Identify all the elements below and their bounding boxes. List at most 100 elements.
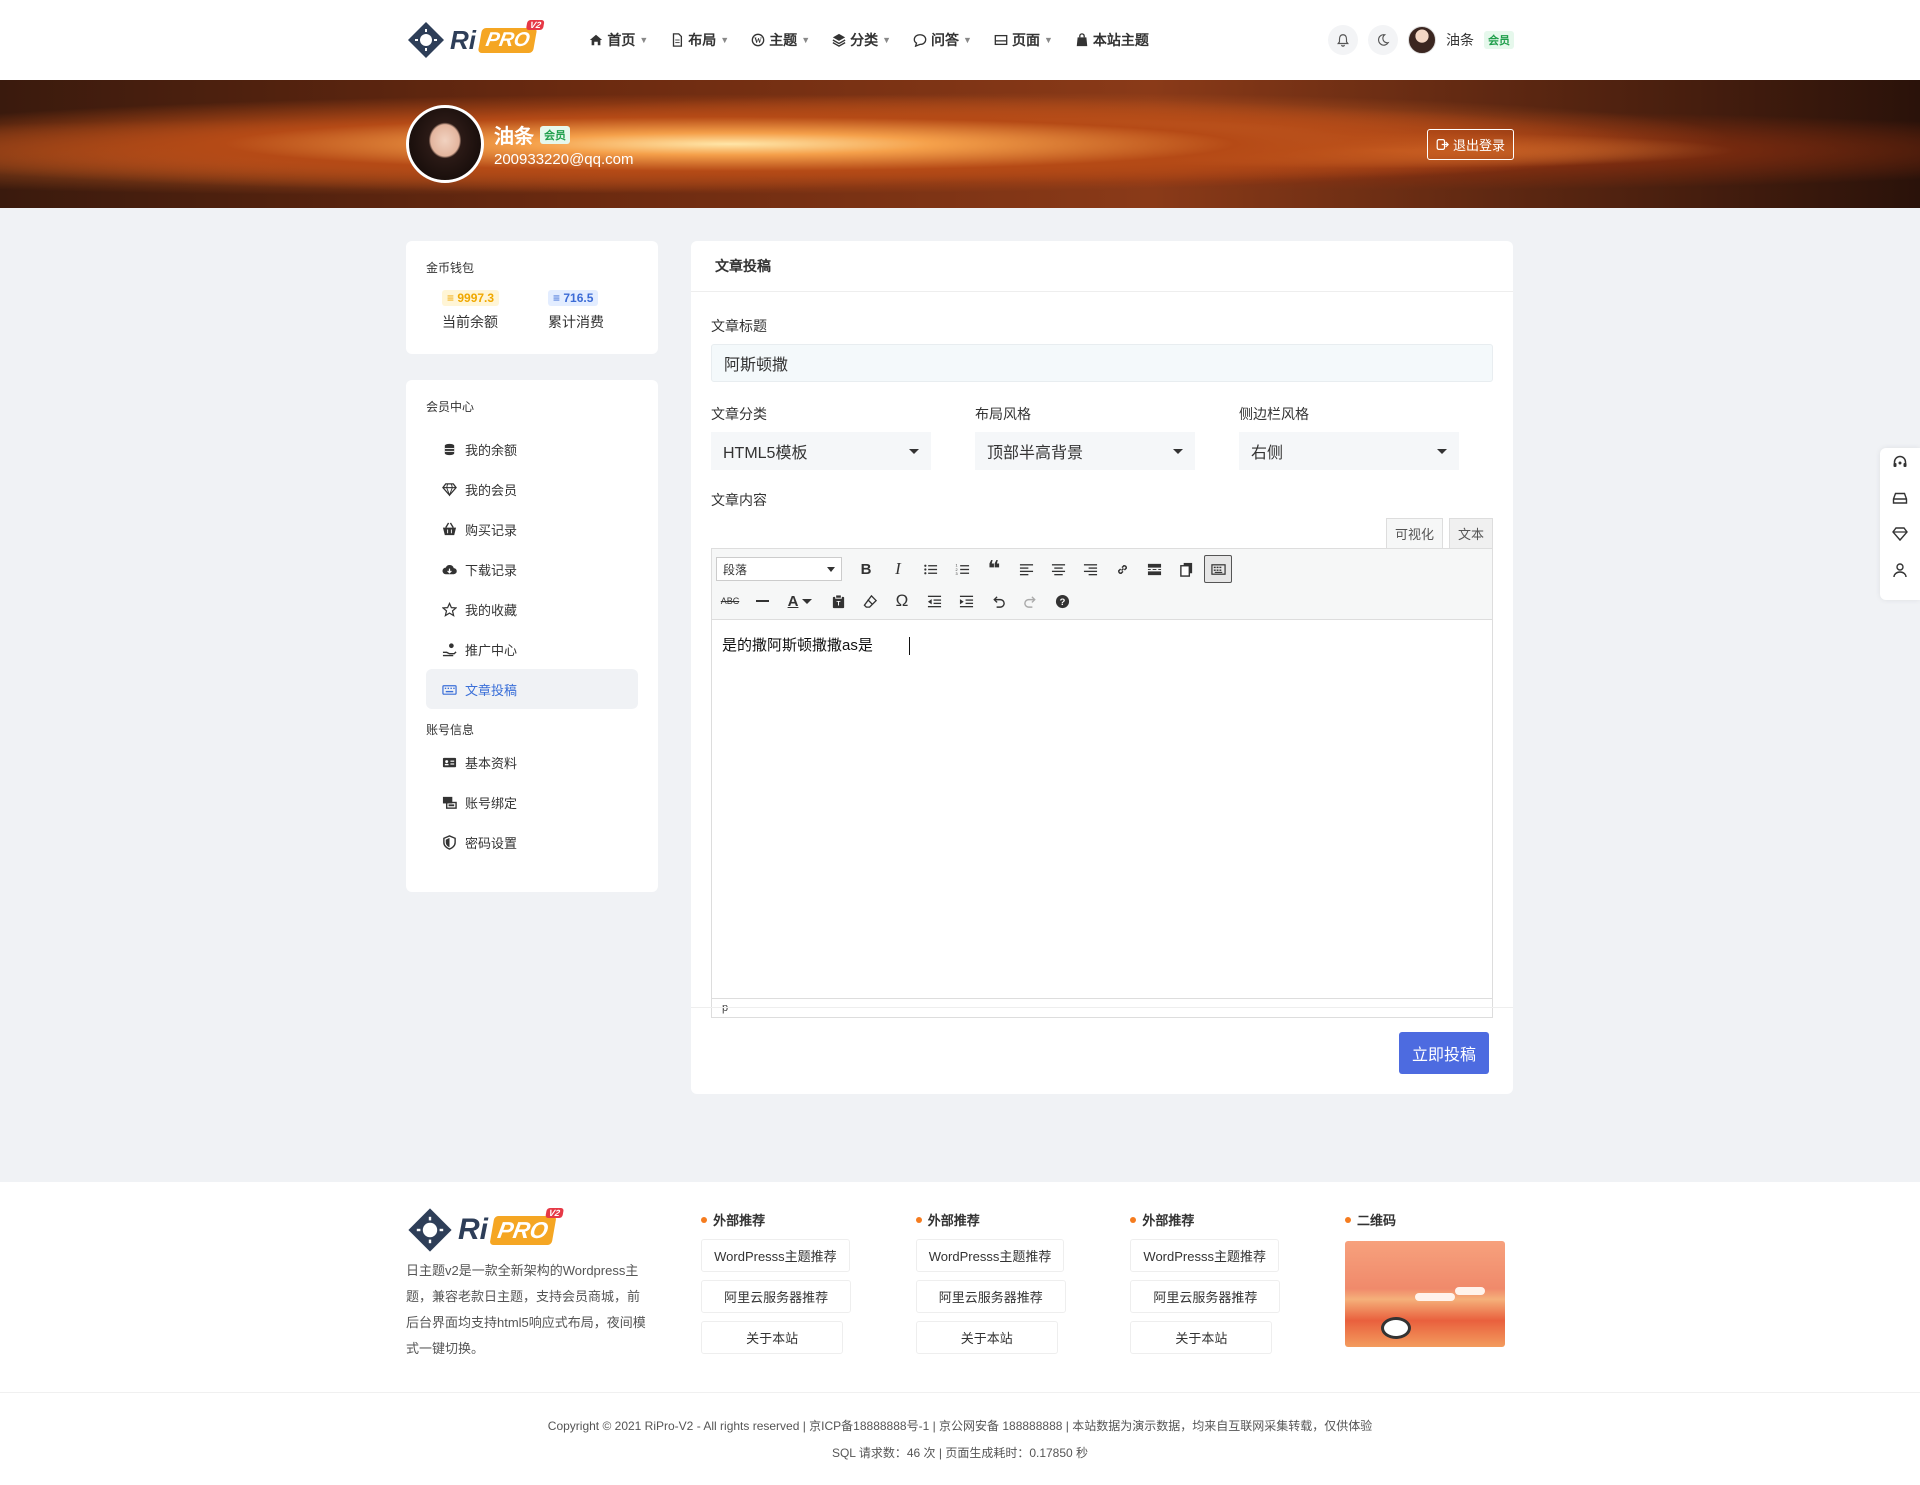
editor-content-area[interactable]: 是的撒阿斯顿撒撒as是	[712, 620, 1492, 998]
diamond-icon[interactable]	[1892, 526, 1908, 542]
blockquote-button[interactable]: ❝	[980, 555, 1008, 583]
menu-item-submit-post[interactable]: 文章投稿	[426, 669, 638, 709]
footer-link[interactable]: 关于本站	[701, 1321, 844, 1354]
footer-link[interactable]: 阿里云服务器推荐	[701, 1280, 852, 1313]
format-select[interactable]: 段落	[716, 557, 842, 581]
footer-logo[interactable]: Ri PRO V2	[406, 1207, 592, 1252]
strikethrough-button[interactable]: ABC	[716, 587, 744, 615]
menu-item-label: 购买记录	[465, 522, 518, 538]
align-right-button[interactable]	[1076, 555, 1104, 583]
menu-item-binding[interactable]: 账号绑定	[426, 782, 638, 822]
sidebar-style-select[interactable]: 右侧	[1239, 432, 1459, 470]
logo-text: Ri	[450, 24, 476, 55]
numbered-list-button[interactable]: 123	[948, 555, 976, 583]
tab-visual[interactable]: 可视化	[1385, 518, 1443, 548]
horizontal-line-button[interactable]	[748, 587, 776, 615]
footer-bottom: Copyright © 2021 RiPro-V2 - All rights r…	[0, 1392, 1920, 1461]
bold-button[interactable]: B	[852, 555, 880, 583]
site-logo[interactable]: Ri PRO V2	[406, 19, 545, 60]
menu-item-balance[interactable]: 我的余额	[426, 429, 638, 469]
indent-button[interactable]	[952, 587, 980, 615]
footer-link[interactable]: 阿里云服务器推荐	[915, 1280, 1066, 1313]
user-avatar[interactable]	[1408, 26, 1436, 54]
cloud-shape	[1415, 1293, 1456, 1301]
nav-label: 问答	[931, 32, 960, 48]
footer-qr-column: 二维码	[1345, 1210, 1514, 1392]
headset-icon[interactable]	[1892, 454, 1908, 470]
spent-label: 累计消费	[548, 314, 604, 330]
nav-label: 主题	[769, 32, 798, 48]
insert-link-button[interactable]	[1108, 555, 1136, 583]
copy-button[interactable]	[1172, 555, 1200, 583]
footer-link[interactable]: 关于本站	[915, 1321, 1058, 1354]
paste-text-button[interactable]: T	[824, 587, 852, 615]
balance-label: 当前余额	[442, 314, 498, 330]
outdent-button[interactable]	[920, 587, 948, 615]
menu-item-label: 密码设置	[465, 835, 518, 851]
dark-mode-button[interactable]	[1368, 25, 1398, 55]
submit-post-button[interactable]: 立即投稿	[1398, 1032, 1489, 1074]
nav-item-pages[interactable]: 页面 ▼	[994, 30, 1053, 50]
caret-down-icon	[827, 566, 835, 572]
post-form-header: 文章投稿	[691, 241, 1513, 292]
nav-item-qa[interactable]: 问答 ▼	[913, 30, 972, 50]
undo-button[interactable]	[984, 587, 1012, 615]
menu-item-purchases[interactable]: 购买记录	[426, 509, 638, 549]
menu-item-membership[interactable]: 我的会员	[426, 469, 638, 509]
sidebar-style-value: 右侧	[1251, 445, 1284, 462]
menu-item-promotion[interactable]: 推广中心	[426, 629, 638, 669]
user-icon[interactable]	[1892, 562, 1908, 578]
toolbar-toggle-button[interactable]	[1204, 555, 1232, 583]
logo-pro-text: PRO	[484, 28, 532, 51]
editor-toolbar: 段落 B I 123 ❝ ABC A T Ω ?	[712, 549, 1492, 620]
read-more-button[interactable]	[1140, 555, 1168, 583]
menu-item-favorites[interactable]: 我的收藏	[426, 589, 638, 629]
footer-link[interactable]: WordPresss主题推荐	[915, 1239, 1065, 1272]
wordpress-icon: W	[751, 33, 765, 47]
redo-icon	[1023, 595, 1036, 608]
nav-item-category[interactable]: 分类 ▼	[832, 30, 891, 50]
cloud-shape	[1455, 1287, 1486, 1295]
footer-link[interactable]: 阿里云服务器推荐	[1130, 1280, 1281, 1313]
footer-link[interactable]: WordPresss主题推荐	[1130, 1239, 1279, 1272]
special-character-button[interactable]: Ω	[888, 587, 916, 615]
spent-chip: ≡ 716.5	[548, 290, 599, 306]
top-navbar: Ri PRO V2 首页 ▼ 布局 ▼ W 主题 ▼ 分类 ▼ 问答 ▼ 页面 …	[0, 0, 1920, 80]
qr-code-image	[1345, 1241, 1506, 1347]
menu-item-downloads[interactable]: 下载记录	[426, 549, 638, 589]
nav-item-site-theme[interactable]: 本站主题	[1075, 30, 1149, 50]
coins-icon	[444, 443, 455, 455]
nav-label: 分类	[850, 32, 879, 48]
bullet-list-button[interactable]	[916, 555, 944, 583]
keyboard-icon	[1210, 563, 1226, 575]
nav-item-theme[interactable]: W 主题 ▼	[751, 30, 810, 50]
logout-button[interactable]: 退出登录	[1426, 128, 1514, 160]
help-button[interactable]: ?	[1048, 587, 1076, 615]
redo-button[interactable]	[1016, 587, 1044, 615]
menu-item-password[interactable]: 密码设置	[426, 822, 638, 862]
indent-icon	[959, 595, 973, 607]
layout-select[interactable]: 顶部半高背景	[975, 432, 1195, 470]
tab-text[interactable]: 文本	[1448, 518, 1493, 548]
footer-link[interactable]: 关于本站	[1130, 1321, 1273, 1354]
footer-column-title: 外部推荐	[927, 1213, 980, 1228]
menu-item-profile[interactable]: 基本资料	[426, 742, 638, 782]
profile-avatar[interactable]	[406, 105, 484, 183]
clear-format-button[interactable]	[856, 587, 884, 615]
star-icon	[442, 601, 457, 617]
header-user-name[interactable]: 油条	[1446, 30, 1474, 50]
align-left-button[interactable]	[1012, 555, 1040, 583]
drive-icon[interactable]	[1892, 490, 1908, 506]
menu-item-label: 我的会员	[465, 482, 518, 498]
nav-item-home[interactable]: 首页 ▼	[589, 30, 648, 50]
nav-item-layout[interactable]: 布局 ▼	[670, 30, 729, 50]
notification-button[interactable]	[1328, 25, 1358, 55]
footer-link[interactable]: WordPresss主题推荐	[701, 1239, 850, 1272]
moon-icon	[1377, 34, 1390, 46]
align-center-button[interactable]	[1044, 555, 1072, 583]
text-color-button[interactable]: A	[780, 587, 820, 615]
post-title-input[interactable]: 阿斯顿撒	[711, 344, 1493, 382]
italic-button[interactable]: I	[884, 555, 912, 583]
category-select[interactable]: HTML5模板	[711, 432, 931, 470]
footer-logo-version-badge: V2	[545, 1207, 564, 1218]
